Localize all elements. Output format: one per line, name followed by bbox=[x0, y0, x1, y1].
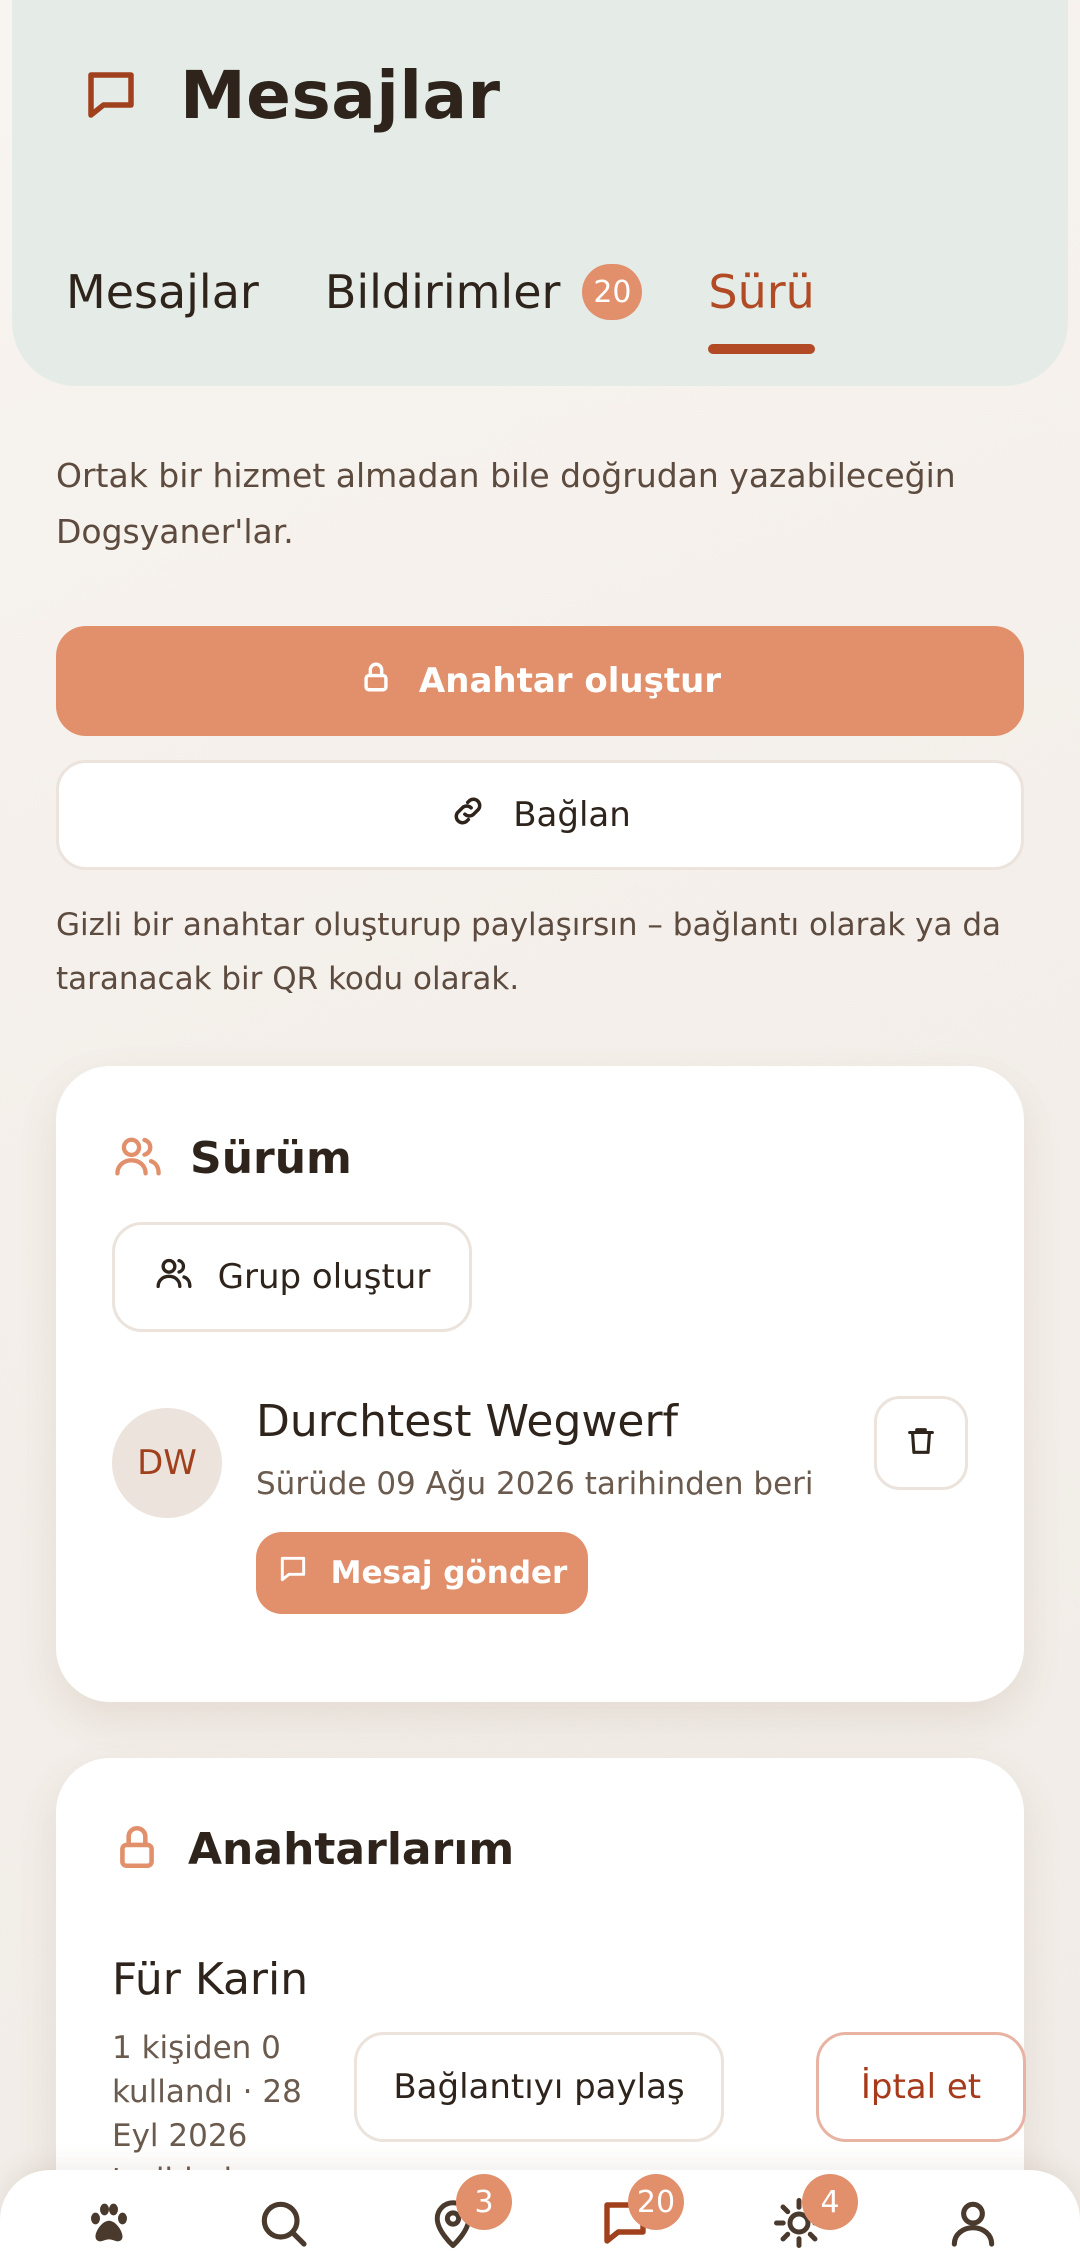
share-link-label: Bağlantıyı paylaş bbox=[393, 2067, 685, 2107]
tab-suru[interactable]: Sürü bbox=[708, 260, 816, 354]
member-since: Sürüde 09 Ağu 2026 tarihinden beri bbox=[256, 1466, 814, 1502]
delete-member-button[interactable] bbox=[874, 1396, 968, 1490]
surum-card: Sürüm Grup oluştur DW Durchtest Wegwerf … bbox=[56, 1066, 1024, 1702]
intro-text: Ortak bir hizmet almadan bile doğrudan y… bbox=[56, 456, 956, 551]
nav-search[interactable] bbox=[250, 2192, 316, 2258]
users-icon bbox=[154, 1253, 194, 1302]
nav-badge: 4 bbox=[802, 2174, 858, 2230]
users-icon bbox=[112, 1130, 164, 1186]
surum-title: Sürüm bbox=[190, 1132, 352, 1184]
nav-badge: 20 bbox=[628, 2174, 684, 2230]
header-title-row: Mesajlar bbox=[72, 56, 501, 134]
tab-label: Sürü bbox=[708, 265, 815, 319]
page-title: Mesajlar bbox=[180, 56, 501, 134]
link-icon bbox=[449, 792, 487, 839]
keys-title: Anahtarlarım bbox=[188, 1823, 515, 1875]
tab-bildirimler[interactable]: Bildirimler 20 bbox=[325, 260, 643, 324]
tab-label: Bildirimler bbox=[324, 265, 561, 319]
member-row: DW Durchtest Wegwerf Sürüde 09 Ağu 2026 … bbox=[112, 1396, 968, 1646]
member-name: Durchtest Wegwerf bbox=[256, 1396, 679, 1447]
lock-icon bbox=[112, 1822, 162, 1876]
share-link-button[interactable]: Bağlantıyı paylaş bbox=[354, 2032, 724, 2142]
create-group-button[interactable]: Grup oluştur bbox=[112, 1222, 472, 1332]
key-item: Für Karin 1 kişiden 0 kullandı · 28 Eyl … bbox=[112, 1954, 1026, 2242]
nav-paw[interactable] bbox=[76, 2192, 142, 2258]
notification-badge: 20 bbox=[582, 264, 643, 320]
header: Mesajlar Mesajlar Bildirimler 20 Sürü bbox=[12, 0, 1068, 386]
cancel-key-label: İptal et bbox=[860, 2067, 982, 2107]
key-name: Für Karin bbox=[112, 1954, 309, 2005]
lock-icon bbox=[359, 660, 393, 703]
trash-icon bbox=[904, 1424, 938, 1462]
bottom-nav: 3 20 4 bbox=[0, 2170, 1080, 2268]
nav-badge: 3 bbox=[456, 2174, 512, 2230]
surum-header: Sürüm bbox=[112, 1130, 352, 1186]
nav-profile[interactable] bbox=[940, 2192, 1006, 2258]
nav-map[interactable]: 3 bbox=[420, 2174, 512, 2258]
nav-sun[interactable]: 4 bbox=[766, 2174, 858, 2258]
send-message-label: Mesaj gönder bbox=[330, 1555, 568, 1591]
hint-text: Gizli bir anahtar oluşturup paylaşırsın … bbox=[56, 907, 1002, 997]
keys-header: Anahtarlarım bbox=[112, 1822, 514, 1876]
user-icon bbox=[945, 2195, 1001, 2255]
message-icon bbox=[277, 1553, 309, 1593]
send-message-button[interactable]: Mesaj gönder bbox=[256, 1532, 588, 1614]
avatar: DW bbox=[112, 1408, 222, 1518]
create-group-label: Grup oluştur bbox=[217, 1257, 431, 1297]
nav-messages[interactable]: 20 bbox=[592, 2174, 684, 2258]
message-square-icon bbox=[72, 56, 150, 134]
connect-button[interactable]: Bağlan bbox=[56, 760, 1024, 870]
paw-icon bbox=[82, 2196, 136, 2254]
cancel-key-button[interactable]: İptal et bbox=[816, 2032, 1026, 2142]
create-key-button[interactable]: Anahtar oluştur bbox=[56, 626, 1024, 736]
tab-mesajlar[interactable]: Mesajlar bbox=[66, 260, 259, 324]
tab-label: Mesajlar bbox=[66, 265, 259, 319]
create-key-label: Anahtar oluştur bbox=[418, 661, 722, 701]
tab-bar: Mesajlar Bildirimler 20 Sürü bbox=[66, 260, 816, 354]
connect-label: Bağlan bbox=[513, 795, 631, 835]
search-icon bbox=[255, 2195, 311, 2255]
